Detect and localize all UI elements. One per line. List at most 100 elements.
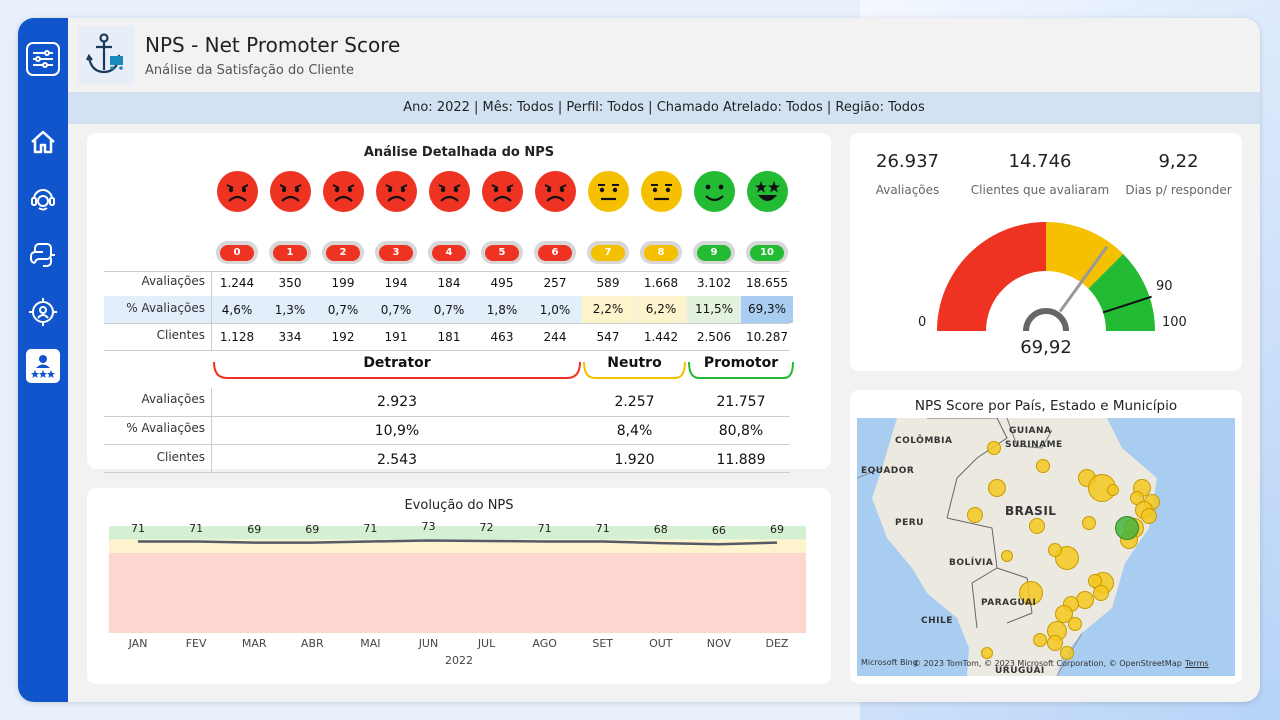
evolution-data-label: 69 (769, 522, 784, 536)
map-attribution: © 2023 TomTom, © 2023 Microsoft Corporat… (913, 659, 1182, 668)
map-label-chile: CHILE (921, 616, 953, 626)
python-icon (30, 243, 55, 267)
very-sad-face-icon (376, 171, 417, 212)
cell-avaliacoes-2: 199 (331, 276, 355, 290)
summary-pct-neutro: 8,4% (616, 423, 653, 439)
evolution-x-tick: MAR (241, 637, 267, 650)
map-bubble[interactable] (1093, 585, 1109, 601)
score-label: 10 (750, 244, 784, 261)
map-bubble[interactable] (1060, 646, 1074, 660)
cell-avaliacoes-4: 184 (437, 276, 461, 290)
group-detrator: Detrator (363, 355, 431, 371)
summary-clientes-promotor: 11.889 (716, 452, 766, 468)
map-label-bolivia: BOLÍVIA (949, 558, 994, 568)
gauge-min-label: 0 (918, 315, 927, 330)
filter-panel-button[interactable] (26, 42, 60, 76)
map-bubble[interactable] (981, 647, 993, 659)
cell-pct-10: 69,3% (741, 296, 793, 323)
map-bubble[interactable] (1107, 484, 1119, 496)
score-pill-3: 3 (375, 241, 417, 264)
sliders-icon (33, 50, 53, 68)
evolution-x-tick: AGO (532, 637, 557, 650)
map-card: NPS Score por País, Estado e Município G… (850, 390, 1242, 684)
very-sad-face-icon (535, 171, 576, 212)
summary-avaliacoes-detrator: 2.923 (376, 394, 418, 410)
nps-gauge (937, 222, 1155, 332)
map-brand: Microsoft Bing (861, 658, 918, 667)
map-bubble[interactable] (1068, 617, 1082, 631)
star-eyed-face-icon (747, 171, 788, 212)
map-bubble[interactable] (1076, 591, 1094, 609)
sidebar (18, 18, 68, 702)
map-terms-link[interactable]: Terms (1185, 659, 1209, 668)
cell-avaliacoes-0: 1.244 (219, 276, 255, 290)
evolution-band-0 (109, 552, 806, 633)
evolution-x-tick: ABR (300, 637, 324, 650)
cell-pct-5: 1,8% (486, 303, 518, 317)
score-label: 8 (644, 244, 678, 261)
evolution-x-axis-title: 2022 (445, 654, 473, 667)
map-view[interactable]: GUIANA COLÔMBIA SURINAME EQUADOR BRASIL … (857, 418, 1235, 676)
summary-clientes-detrator: 2.543 (376, 452, 418, 468)
map-bubble[interactable] (1115, 516, 1139, 540)
evolution-data-label: 71 (537, 521, 552, 535)
summary-label-avaliacoes: Avaliações (141, 392, 205, 406)
map-bubble[interactable] (967, 507, 983, 523)
neutral-face-icon (588, 171, 629, 212)
summary-label-clientes: Clientes (156, 450, 205, 464)
evolution-x-tick: MAI (360, 637, 381, 650)
evolution-data-label: 68 (653, 523, 668, 537)
map-bubble[interactable] (1036, 459, 1050, 473)
map-bubble[interactable] (1048, 543, 1062, 557)
summary-avaliacoes-promotor: 21.757 (716, 394, 766, 410)
gauge-target-label: 90 (1156, 279, 1173, 294)
map-bubble[interactable] (1033, 633, 1047, 647)
evolution-data-label: 71 (363, 521, 378, 535)
group-promotor: Promotor (703, 355, 779, 371)
score-pill-5: 5 (481, 241, 523, 264)
evolution-data-label: 69 (247, 522, 262, 536)
map-bubble[interactable] (1141, 508, 1157, 524)
score-pill-7: 7 (587, 241, 629, 264)
support-button[interactable] (26, 181, 60, 215)
map-bubble[interactable] (988, 479, 1006, 497)
score-pill-9: 9 (693, 241, 735, 264)
cell-avaliacoes-3: 194 (384, 276, 408, 290)
cell-avaliacoes-1: 350 (278, 276, 302, 290)
very-sad-face-icon (429, 171, 470, 212)
score-pill-10: 10 (746, 241, 788, 264)
map-bubble[interactable] (1029, 518, 1045, 534)
anchor-cart-icon (86, 33, 123, 74)
score-pill-1: 1 (269, 241, 311, 264)
evolution-data-label: 71 (189, 521, 204, 535)
map-bubble[interactable] (1001, 550, 1013, 562)
nps-page-button[interactable] (26, 349, 60, 383)
score-label: 7 (591, 244, 625, 261)
page-subtitle: Análise da Satisfação do Cliente (145, 63, 354, 78)
company-logo (78, 26, 134, 84)
score-pill-6: 6 (534, 241, 576, 264)
python-button[interactable] (26, 238, 60, 272)
home-icon (31, 130, 55, 154)
cell-pct-3: 0,7% (380, 303, 412, 317)
cell-clientes-3: 191 (384, 330, 408, 344)
cell-pct-2: 0,7% (327, 303, 359, 317)
home-button[interactable] (26, 125, 60, 159)
target-button[interactable] (26, 295, 60, 329)
neutral-face-icon (641, 171, 682, 212)
map-bubble[interactable] (987, 441, 1001, 455)
cell-clientes-5: 463 (490, 330, 514, 344)
very-sad-face-icon (270, 171, 311, 212)
map-bubble[interactable] (1082, 516, 1096, 530)
evolution-x-tick: JAN (128, 637, 148, 650)
score-pill-4: 4 (428, 241, 470, 264)
map-label-equador: EQUADOR (861, 466, 915, 476)
detail-card-title: Análise Detalhada do NPS (363, 145, 555, 160)
score-label: 0 (220, 244, 254, 261)
cell-clientes-1: 334 (278, 330, 302, 344)
score-label: 2 (326, 244, 360, 261)
row-label-avaliacoes: Avaliações (141, 274, 205, 288)
score-pill-8: 8 (640, 241, 682, 264)
score-label: 3 (379, 244, 413, 261)
score-label: 6 (538, 244, 572, 261)
